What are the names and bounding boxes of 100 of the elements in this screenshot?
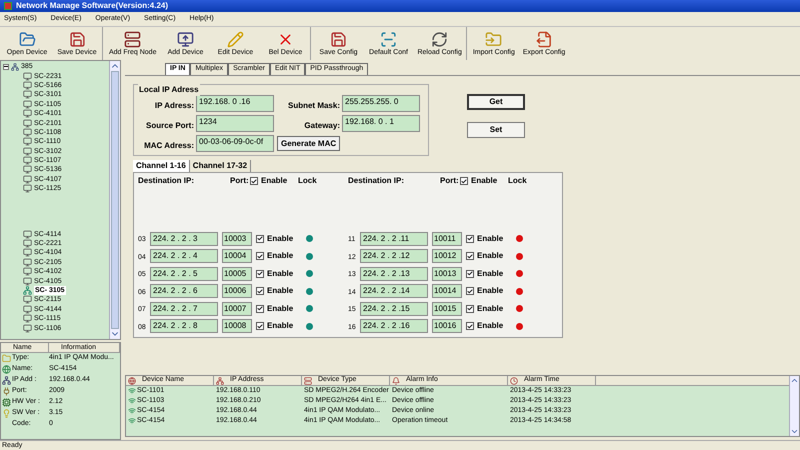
monitor-icon bbox=[23, 156, 32, 166]
collapse-icon[interactable] bbox=[3, 64, 9, 70]
monitor-icon bbox=[23, 146, 32, 156]
checkbox[interactable] bbox=[466, 287, 474, 296]
ip-field[interactable]: 224. 2 . 2 . 8 bbox=[150, 319, 218, 334]
ip-field[interactable]: 224. 2 . 2 .11 bbox=[360, 232, 428, 246]
input-field[interactable]: 255.255.255. 0 bbox=[342, 95, 420, 112]
monitor-icon bbox=[23, 230, 32, 239]
port-field[interactable]: 10006 bbox=[222, 284, 252, 298]
info-icon bbox=[2, 376, 11, 385]
checkbox[interactable] bbox=[256, 287, 264, 296]
checkbox[interactable] bbox=[466, 234, 474, 243]
monitor-icon bbox=[23, 258, 32, 267]
port-field[interactable]: 10016 bbox=[432, 319, 462, 334]
ip-field[interactable]: 224. 2 . 2 .15 bbox=[360, 302, 428, 316]
scrollbar[interactable] bbox=[109, 61, 120, 339]
monitor-icon bbox=[23, 304, 32, 314]
checkbox[interactable] bbox=[256, 234, 264, 243]
port-field[interactable]: 10012 bbox=[432, 249, 462, 264]
column-header: Port: bbox=[230, 175, 250, 187]
monitor-icon bbox=[23, 90, 32, 100]
field-label: MAC Adress: bbox=[143, 140, 195, 152]
field-label: IP Adress: bbox=[154, 100, 195, 112]
ip-field[interactable]: 224. 2 . 2 .14 bbox=[360, 284, 428, 298]
checkbox-label: Enable bbox=[470, 175, 498, 187]
scan-icon bbox=[380, 30, 397, 48]
monitor-icon bbox=[23, 267, 32, 276]
scrollbar[interactable] bbox=[789, 376, 799, 436]
monitor-icon bbox=[23, 80, 32, 90]
checkbox[interactable] bbox=[250, 177, 258, 185]
info-icon bbox=[2, 354, 11, 363]
file-export-icon bbox=[536, 30, 553, 48]
ip-field[interactable]: 224. 2 . 2 . 4 bbox=[150, 249, 218, 264]
ip-field[interactable]: 224. 2 . 2 . 5 bbox=[150, 266, 218, 281]
port-field[interactable]: 10013 bbox=[432, 266, 462, 281]
column-header: Lock bbox=[508, 175, 527, 187]
checkbox-label: Enable bbox=[476, 268, 504, 280]
checkbox-label: Enable bbox=[266, 285, 294, 298]
ip-field[interactable]: 224. 2 . 2 .12 bbox=[360, 249, 428, 264]
field-label: Gateway: bbox=[303, 120, 341, 132]
port-field[interactable]: 10008 bbox=[222, 319, 252, 334]
input-field[interactable]: 192.168. 0 . 1 bbox=[342, 115, 420, 132]
monitor-icon bbox=[23, 174, 32, 184]
ip-field[interactable]: 224. 2 . 2 . 6 bbox=[150, 284, 218, 298]
network-icon bbox=[11, 62, 19, 71]
ip-field[interactable]: 224. 2 . 2 . 3 bbox=[150, 232, 218, 246]
scroll-up-icon[interactable] bbox=[790, 376, 799, 385]
checkbox[interactable] bbox=[466, 322, 474, 330]
port-field[interactable]: 10011 bbox=[432, 232, 462, 246]
header-icon bbox=[216, 376, 224, 384]
checkbox[interactable] bbox=[460, 177, 468, 185]
scroll-down-icon[interactable] bbox=[790, 427, 799, 436]
checkbox-label: Enable bbox=[266, 268, 294, 280]
action-button[interactable]: Set bbox=[467, 122, 525, 138]
info-icon bbox=[2, 387, 11, 396]
monitor-icon bbox=[23, 118, 32, 128]
header-icon bbox=[392, 376, 400, 384]
field-label: Subnet Mask: bbox=[286, 100, 341, 112]
port-field[interactable]: 10003 bbox=[222, 232, 252, 246]
server-icon bbox=[124, 30, 142, 48]
checkbox-label: Enable bbox=[476, 250, 504, 262]
info-icon bbox=[2, 398, 11, 407]
checkbox[interactable] bbox=[256, 270, 264, 278]
checkbox[interactable] bbox=[256, 304, 264, 313]
ip-field[interactable]: 224. 2 . 2 . 7 bbox=[150, 302, 218, 316]
checkbox-label: Enable bbox=[476, 232, 504, 245]
generate-mac-button[interactable]: Generate MAC bbox=[277, 136, 340, 151]
monitor-icon bbox=[23, 248, 32, 258]
port-field[interactable]: 10015 bbox=[432, 302, 462, 316]
monitor-icon bbox=[23, 314, 32, 324]
checkbox[interactable] bbox=[466, 304, 474, 313]
port-field[interactable]: 10005 bbox=[222, 266, 252, 281]
group-title: Local IP Adress bbox=[138, 84, 200, 96]
port-field[interactable]: 10007 bbox=[222, 302, 252, 316]
network-icon bbox=[23, 286, 32, 295]
window-title: Network Manage Software(Version:4.24) bbox=[16, 2, 168, 10]
port-field[interactable]: 10014 bbox=[432, 284, 462, 298]
header-icon bbox=[128, 376, 136, 384]
checkbox[interactable] bbox=[466, 270, 474, 278]
field-label: Source Port: bbox=[144, 120, 195, 132]
checkbox[interactable] bbox=[466, 252, 474, 260]
checkbox[interactable] bbox=[256, 322, 264, 330]
refresh-icon bbox=[431, 30, 448, 48]
info-icon bbox=[2, 409, 11, 418]
checkbox[interactable] bbox=[256, 252, 264, 260]
ip-field[interactable]: 224. 2 . 2 .16 bbox=[360, 319, 428, 334]
port-field[interactable]: 10004 bbox=[222, 249, 252, 264]
channel-tab[interactable]: Channel 1-16 bbox=[133, 160, 190, 172]
checkbox-label: Enable bbox=[476, 320, 504, 332]
checkbox-label: Enable bbox=[266, 302, 294, 315]
monitor-icon bbox=[23, 276, 32, 286]
input-field[interactable]: 192.168. 0 .16 bbox=[196, 95, 274, 112]
ip-field[interactable]: 224. 2 . 2 .13 bbox=[360, 266, 428, 281]
action-button[interactable]: Get bbox=[467, 94, 525, 110]
folder-icon bbox=[18, 30, 36, 48]
input-field[interactable]: 00-03-06-09-0c-0f bbox=[196, 135, 274, 152]
checkbox-label: Enable bbox=[476, 285, 504, 298]
input-field[interactable]: 1234 bbox=[196, 115, 274, 132]
folder-icon bbox=[485, 30, 502, 48]
monitor-icon bbox=[23, 128, 32, 137]
